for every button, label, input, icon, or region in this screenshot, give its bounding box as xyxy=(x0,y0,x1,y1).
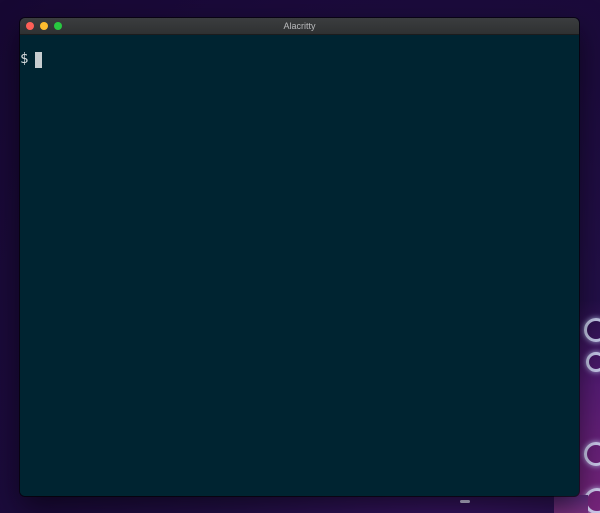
wallpaper-spark xyxy=(460,500,470,503)
terminal-area[interactable]: $ xyxy=(20,35,579,496)
terminal-window: Alacritty $ xyxy=(20,18,579,496)
wallpaper-orb xyxy=(586,352,600,372)
title-bar[interactable]: Alacritty xyxy=(20,18,579,35)
wallpaper-shape xyxy=(554,495,588,513)
prompt-line: $ xyxy=(20,50,43,69)
shell-prompt: $ xyxy=(20,51,29,67)
text-cursor xyxy=(35,51,43,68)
window-title: Alacritty xyxy=(283,21,316,31)
